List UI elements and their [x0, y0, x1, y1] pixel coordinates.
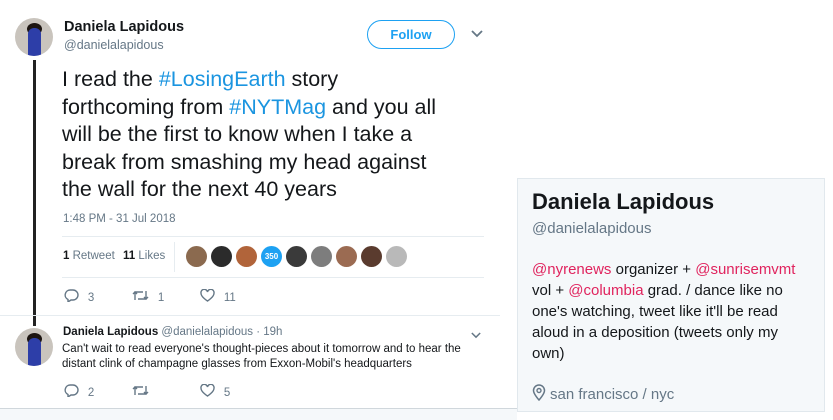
tweet-text-line: break from smashing my head against: [62, 149, 492, 177]
liker-avatar[interactable]: [186, 246, 207, 267]
likes-stat-count: 11: [123, 250, 136, 262]
profile-bio-line: @nyrenews organizer + @sunrisemvmt: [532, 259, 824, 280]
profile-bio-line: one's watching, tweet like it'll be read: [532, 301, 824, 322]
divider: [0, 315, 500, 316]
retweet-count: 1: [157, 292, 165, 304]
divider: [62, 236, 484, 237]
chevron-down-icon[interactable]: [471, 328, 481, 342]
liker-avatar[interactable]: [336, 246, 357, 267]
profile-card: Daniela Lapidous @danielalapidous @nyren…: [517, 178, 825, 412]
retweet-stat-count: 1: [63, 250, 70, 262]
reply-count: 3: [87, 292, 95, 304]
reply-author-name[interactable]: Daniela Lapidous: [63, 326, 158, 338]
reply-reply-count: 2: [87, 387, 95, 399]
reply-icon: [64, 384, 83, 400]
profile-name[interactable]: Daniela Lapidous: [532, 189, 714, 215]
hashtag-link[interactable]: #NYTMag: [229, 95, 326, 119]
reply-author-handle[interactable]: @danielalapidous: [161, 326, 253, 338]
profile-bio-line: vol + @columbia grad. / dance like no: [532, 280, 824, 301]
likes-stat[interactable]: 11 Likes: [123, 250, 165, 262]
follow-button[interactable]: Follow: [367, 20, 455, 49]
chevron-down-icon[interactable]: [471, 27, 483, 41]
tweet-timestamp[interactable]: 1:48 PM - 31 Jul 2018: [63, 213, 176, 225]
retweet-stat[interactable]: 1 Retweet: [63, 250, 115, 262]
bio-text-segment: own): [532, 345, 565, 362]
heart-icon: [200, 383, 219, 400]
likes-stat-label: Likes: [138, 250, 166, 262]
retweet-icon: [132, 289, 153, 305]
liker-avatar[interactable]: [286, 246, 307, 267]
bio-text-segment: grad. / dance like no: [643, 282, 783, 299]
reply-action[interactable]: 3: [64, 289, 94, 305]
liker-avatar[interactable]: [361, 246, 382, 267]
tweet-text-segment: and you all: [326, 94, 437, 119]
reply-reply-action[interactable]: 2: [64, 384, 94, 400]
retweet-stat-label: Retweet: [72, 250, 115, 262]
like-count: 11: [223, 292, 236, 304]
retweet-action[interactable]: 1: [132, 289, 164, 305]
bio-text-segment: aloud in a deposition (tweets only my: [532, 324, 778, 341]
hashtag-link[interactable]: #LosingEarth: [159, 67, 286, 91]
liker-avatar[interactable]: [311, 246, 332, 267]
location-pin-icon: [532, 384, 546, 405]
tweet-text-segment: forthcoming from: [62, 94, 230, 119]
liker-avatar[interactable]: [386, 246, 407, 267]
thread-line: [33, 60, 36, 326]
author-name[interactable]: Daniela Lapidous: [64, 19, 184, 35]
liker-avatar[interactable]: 350: [261, 246, 282, 267]
reply-author-avatar[interactable]: [15, 328, 53, 366]
profile-bio: @nyrenews organizer + @sunrisemvmt vol + …: [532, 259, 824, 364]
bottom-bar: [0, 409, 517, 420]
tweet-text-line: forthcoming from #NYTMag and you all: [62, 94, 492, 122]
mention-link[interactable]: @sunrisemvmt: [695, 261, 795, 278]
profile-bio-line: own): [532, 343, 824, 364]
like-action[interactable]: 11: [200, 288, 236, 305]
reply-like-count: 5: [223, 387, 231, 399]
tweet-text-line: will be the first to know when I take a: [62, 121, 492, 149]
author-handle[interactable]: @danielalapidous: [64, 38, 164, 52]
reply-text-line: Can't wait to read everyone's thought-pi…: [62, 343, 461, 355]
author-avatar[interactable]: [15, 18, 53, 56]
bio-text-segment: vol +: [532, 282, 569, 299]
reply-icon: [64, 289, 83, 305]
reply-header: Daniela Lapidous @danielalapidous · 19h: [63, 326, 282, 338]
mention-link[interactable]: @columbia: [568, 282, 643, 299]
tweet-text-segment: will be the first to know when I take a: [62, 122, 413, 147]
retweet-icon: [132, 384, 149, 400]
profile-bio-line: aloud in a deposition (tweets only my: [532, 322, 824, 343]
heart-icon: [200, 288, 219, 305]
profile-location: san francisco / nyc: [532, 384, 674, 405]
reply-time[interactable]: · 19h: [256, 326, 282, 338]
reply-like-action[interactable]: 5: [200, 383, 231, 400]
liker-avatar[interactable]: [236, 246, 257, 267]
divider: [62, 277, 484, 278]
tweet-text-segment: story: [285, 67, 339, 91]
tweet-text: I read the #LosingEarth story forthcoming…: [62, 66, 492, 204]
bio-text-segment: one's watching, tweet like it'll be read: [532, 303, 778, 320]
bio-text-segment: organizer +: [611, 261, 696, 278]
reply-retweet-action[interactable]: [132, 384, 154, 400]
profile-handle[interactable]: @danielalapidous: [532, 220, 651, 237]
reply-text: Can't wait to read everyone's thought-pi…: [62, 342, 492, 372]
tweet-text-line: the wall for the next 40 years: [62, 176, 492, 204]
reply-text-line: distant clink of champagne glasses from …: [62, 358, 412, 370]
stat-separator: [174, 242, 175, 272]
mention-link[interactable]: @nyrenews: [532, 261, 611, 278]
tweet-text-segment: break from smashing my head against: [62, 149, 427, 174]
tweet-text-line: I read the #LosingEarth story: [62, 66, 492, 94]
profile-location-text: san francisco / nyc: [550, 386, 675, 403]
tweet-text-segment: I read the: [62, 67, 159, 91]
liker-avatar[interactable]: [211, 246, 232, 267]
tweet-text-segment: the wall for the next 40 years: [62, 177, 337, 202]
